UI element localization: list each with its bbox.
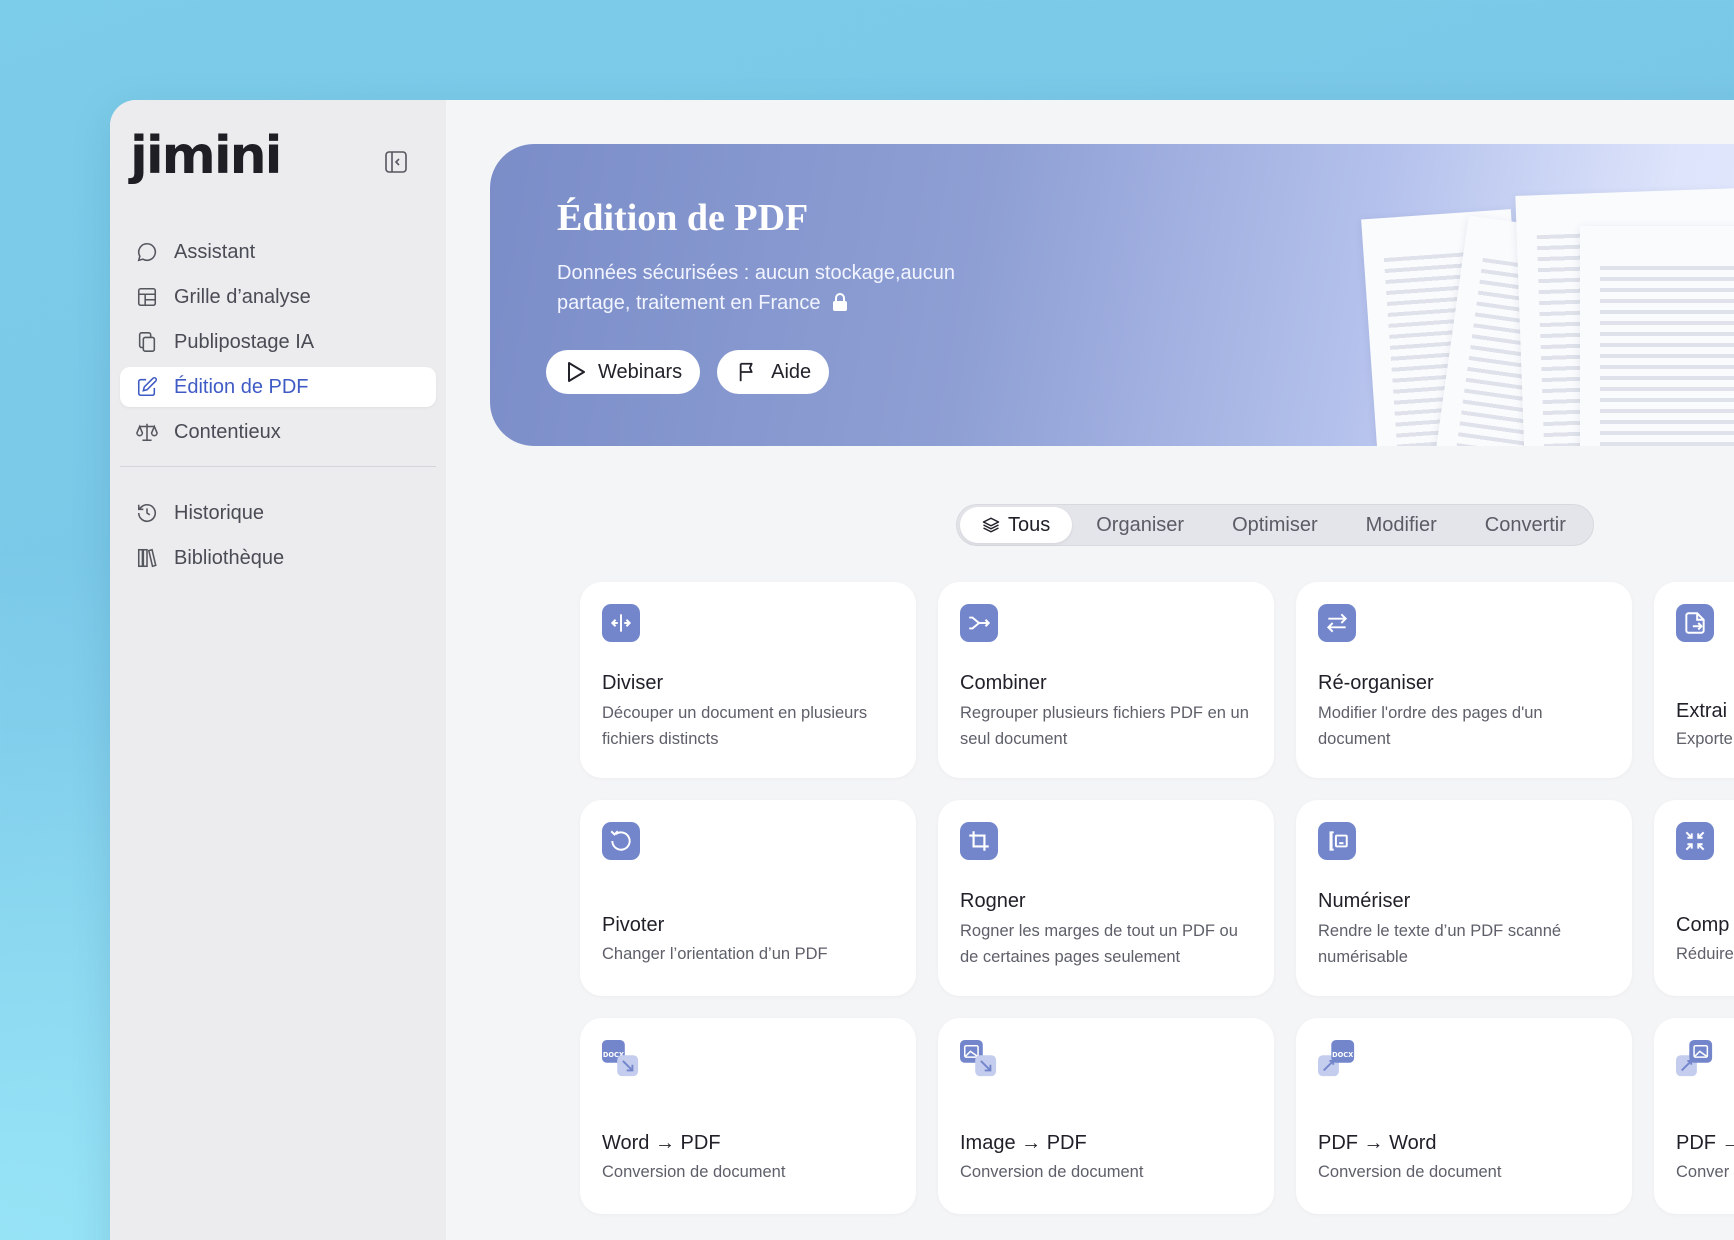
tab-organiser[interactable]: Organiser xyxy=(1072,507,1208,543)
merge-icon xyxy=(960,604,998,642)
chat-bubble-icon xyxy=(134,239,160,265)
page-title: Édition de PDF xyxy=(557,197,809,239)
sidebar-item-label: Bibliothèque xyxy=(174,546,285,569)
tool-card-pdf-image[interactable]: PDF → Conver xyxy=(1654,1018,1734,1214)
rotate-icon xyxy=(602,822,640,860)
tab-modifier[interactable]: Modifier xyxy=(1342,507,1461,543)
sidebar-item-label: Édition de PDF xyxy=(174,375,309,398)
history-clock-icon xyxy=(134,500,160,526)
sidebar-item-label: Grille d’analyse xyxy=(174,285,311,308)
sidebar-item-publipostage[interactable]: Publipostage IA xyxy=(120,322,436,362)
copy-documents-icon xyxy=(134,329,160,355)
tab-convertir[interactable]: Convertir xyxy=(1461,507,1590,543)
app-window: jimini Assistant Grille d’analyse Publip… xyxy=(110,100,1734,1240)
library-books-icon xyxy=(134,545,160,571)
tool-card-image-pdf[interactable]: Image → PDF Conversion de document xyxy=(938,1018,1274,1214)
scales-icon xyxy=(134,419,160,445)
sidebar-item-label: Publipostage IA xyxy=(174,330,315,353)
sidebar-divider xyxy=(120,466,436,467)
extract-file-icon xyxy=(1676,604,1714,642)
tool-card-rogner[interactable]: Rogner Rogner les marges de tout un PDF … xyxy=(938,800,1274,996)
pdf-to-docx-icon: DOCX xyxy=(1318,1040,1356,1078)
hero-banner: Édition de PDF Données sécurisées : aucu… xyxy=(490,144,1734,446)
layers-icon xyxy=(982,516,1000,534)
main-content: Édition de PDF Données sécurisées : aucu… xyxy=(446,100,1734,1240)
sidebar-item-edition-pdf[interactable]: Édition de PDF xyxy=(120,367,436,407)
webinars-button[interactable]: Webinars xyxy=(546,350,701,394)
sidebar-item-label: Contentieux xyxy=(174,420,281,443)
edit-pencil-icon xyxy=(134,374,160,400)
lock-icon xyxy=(833,293,848,311)
crop-icon xyxy=(960,822,998,860)
documents-illustration xyxy=(1361,184,1734,446)
sidebar-item-label: Assistant xyxy=(174,240,256,263)
collapse-sidebar-button[interactable] xyxy=(382,148,410,176)
tool-card-numeriser[interactable]: Numériser Rendre le texte d’un PDF scann… xyxy=(1296,800,1632,996)
sidebar-nav: Assistant Grille d’analyse Publipostage … xyxy=(120,232,436,583)
split-icon xyxy=(602,604,640,642)
sidebar-item-grille[interactable]: Grille d’analyse xyxy=(120,277,436,317)
table-grid-icon xyxy=(134,284,160,310)
compress-icon xyxy=(1676,822,1714,860)
pdf-to-image-icon xyxy=(1676,1040,1714,1078)
sidebar-item-historique[interactable]: Historique xyxy=(120,493,436,533)
image-to-pdf-icon xyxy=(960,1040,998,1078)
docx-to-pdf-icon: DOCX xyxy=(602,1040,640,1078)
aide-button[interactable]: Aide xyxy=(717,350,830,394)
tool-card-pivoter[interactable]: Pivoter Changer l’orientation d’un PDF xyxy=(580,800,916,996)
tool-card-pdf-word[interactable]: DOCX PDF → Word Conversion de document xyxy=(1296,1018,1632,1214)
tab-optimiser[interactable]: Optimiser xyxy=(1208,507,1342,543)
tool-card-diviser[interactable]: Diviser Découper un document en plusieur… xyxy=(580,582,916,778)
flag-icon xyxy=(737,361,759,383)
tool-card-reorganiser[interactable]: Ré-organiser Modifier l'ordre des pages … xyxy=(1296,582,1632,778)
sidebar-item-label: Historique xyxy=(174,501,265,524)
tool-card-word-pdf[interactable]: DOCX Word → PDF Conversion de document xyxy=(580,1018,916,1214)
sidebar-item-contentieux[interactable]: Contentieux xyxy=(120,412,436,452)
tool-card-compresser[interactable]: Comp Réduire xyxy=(1654,800,1734,996)
reorder-arrows-icon xyxy=(1318,604,1356,642)
app-logo: jimini xyxy=(130,126,282,186)
sidebar-item-assistant[interactable]: Assistant xyxy=(120,232,436,272)
filter-tabs: Tous Organiser Optimiser Modifier Conver… xyxy=(956,504,1594,546)
sidebar-toggle-icon xyxy=(385,151,407,173)
svg-text:DOCX: DOCX xyxy=(1332,1051,1353,1059)
sidebar: jimini Assistant Grille d’analyse Publip… xyxy=(110,100,446,1240)
play-icon xyxy=(566,361,586,383)
tool-card-combiner[interactable]: Combiner Regrouper plusieurs fichiers PD… xyxy=(938,582,1274,778)
hero-actions: Webinars Aide xyxy=(546,350,830,394)
ocr-scan-icon xyxy=(1318,822,1356,860)
sidebar-item-bibliotheque[interactable]: Bibliothèque xyxy=(120,538,436,578)
hero-subtitle: Données sécurisées : aucun stockage,aucu… xyxy=(557,262,956,314)
tool-card-extraire[interactable]: Extrai Exporte xyxy=(1654,582,1734,778)
tab-tous[interactable]: Tous xyxy=(960,507,1073,543)
